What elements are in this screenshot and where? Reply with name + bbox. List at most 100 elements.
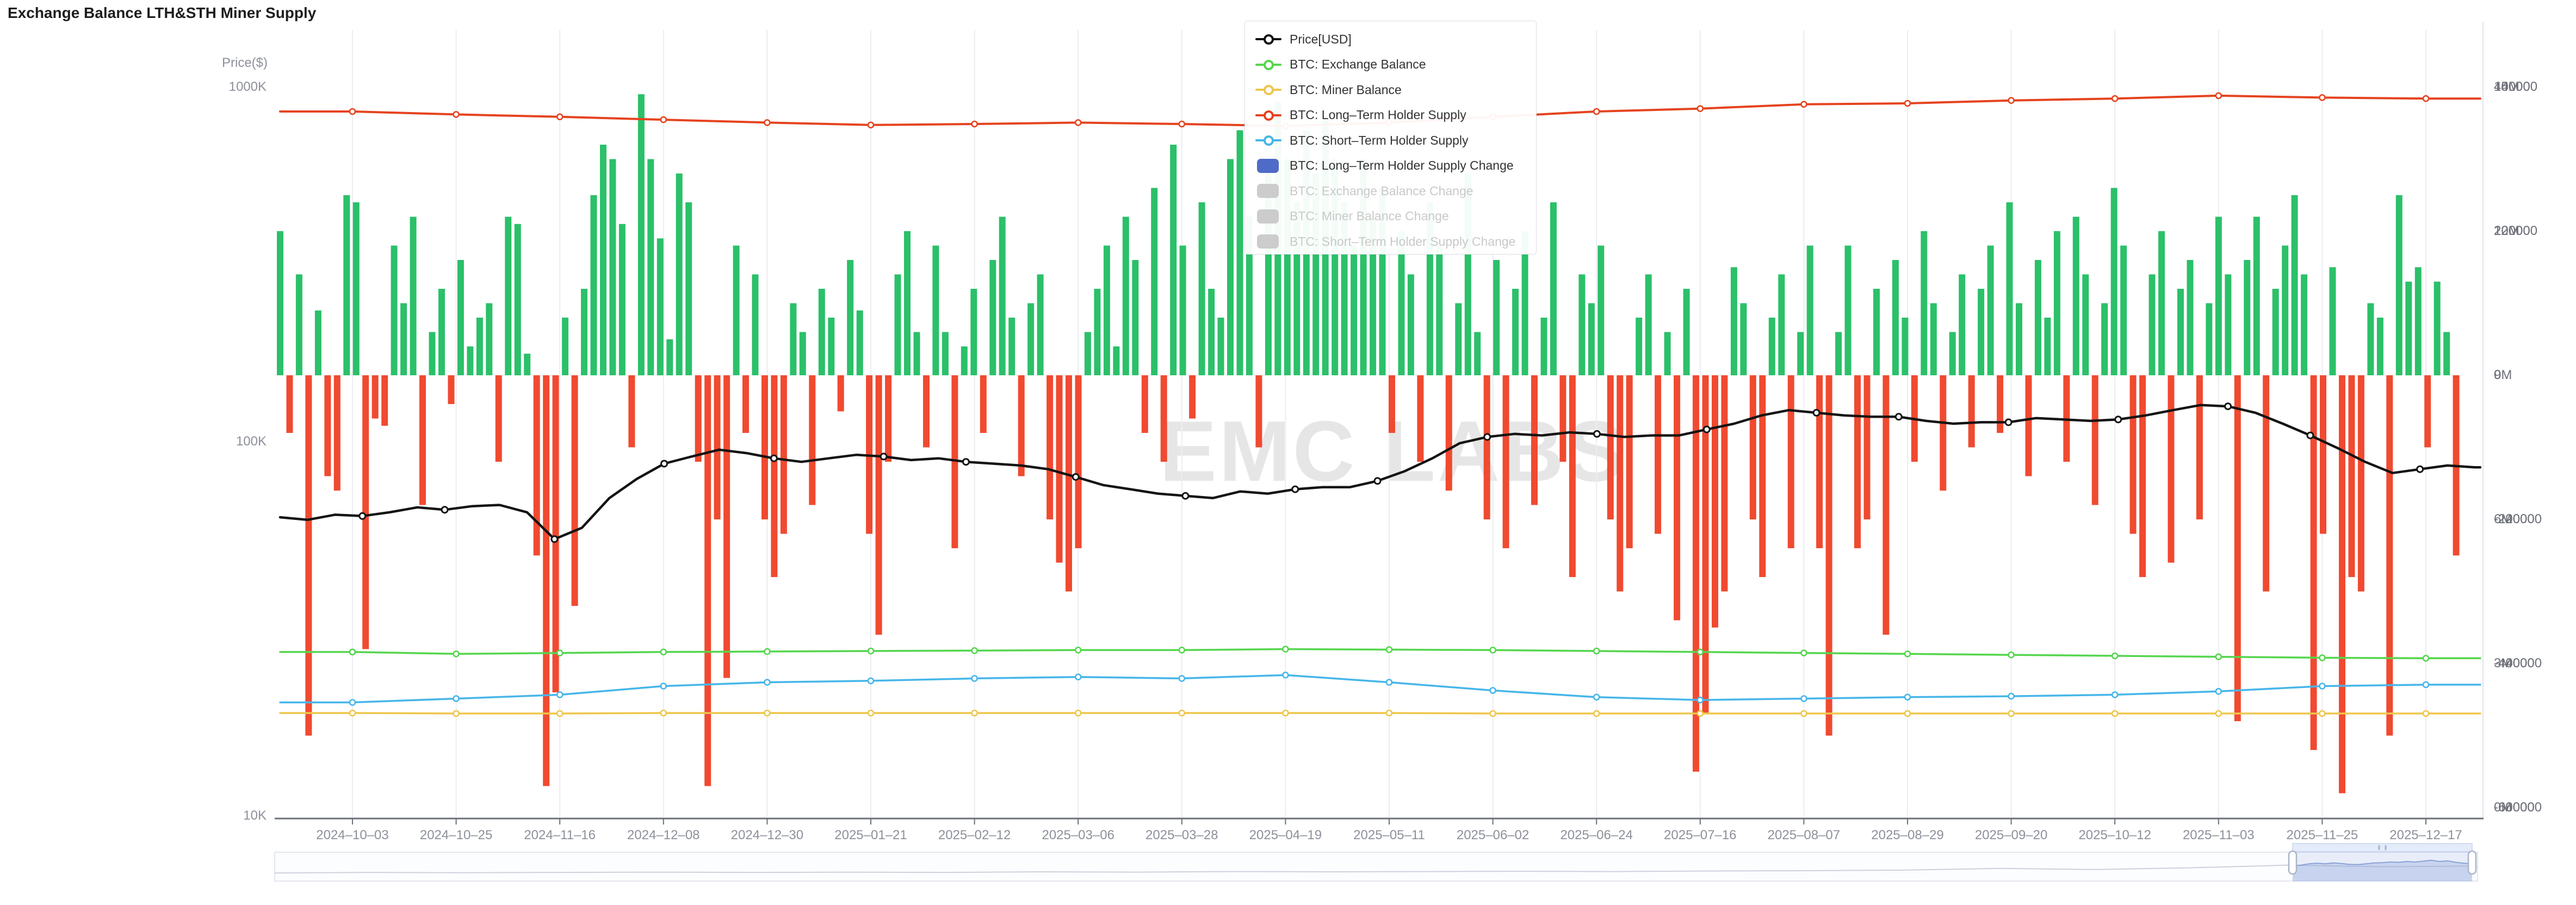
supply-change-bar <box>828 318 834 375</box>
supply-change-bar <box>486 303 492 376</box>
series-point-marker <box>1801 696 1806 702</box>
series-point-marker <box>1179 710 1185 716</box>
supply-change-bar <box>2168 375 2175 563</box>
supply-change-bar <box>324 375 331 476</box>
supply-change-bar <box>847 260 853 375</box>
datazoom-handle-right[interactable] <box>2468 851 2476 874</box>
supply-change-bar <box>857 311 863 375</box>
supply-change-bar <box>277 231 283 375</box>
series-point-marker <box>1283 710 1288 716</box>
series-point-marker <box>1594 711 1599 716</box>
supply-change-bar <box>2044 318 2051 375</box>
x-axis-date-label: 2025–07–16 <box>1664 828 1736 843</box>
supply-change-bar <box>628 375 635 448</box>
series-point-marker <box>868 678 874 684</box>
legend-item-btc-long-term-holder-supply[interactable]: BTC: Long–Term Holder Supply <box>1255 103 1536 128</box>
supply-change-bar <box>1180 246 1186 376</box>
series-point-marker <box>1698 697 1703 703</box>
legend-item-btc-exchange-balance-change[interactable]: BTC: Exchange Balance Change <box>1255 178 1536 204</box>
supply-change-bar <box>2358 375 2364 592</box>
y-axis-tick-label: 1000K <box>7 79 267 95</box>
legend-line-marker-icon <box>1255 108 1282 122</box>
page-title: Exchange Balance LTH&STH Miner Supply <box>8 4 316 22</box>
supply-change-bar <box>381 375 388 426</box>
supply-change-bar <box>305 375 312 736</box>
series-point-marker <box>1594 109 1599 114</box>
supply-change-bar <box>2367 303 2374 376</box>
legend-item-label: BTC: Short–Term Holder Supply <box>1290 133 1469 148</box>
price-point-marker <box>552 536 558 542</box>
series-point-marker <box>1801 102 1806 107</box>
series-point-marker <box>764 710 770 716</box>
supply-change-bar <box>1484 375 1490 519</box>
supply-change-bar <box>419 375 426 505</box>
series-point-marker <box>350 700 355 705</box>
series-point-marker <box>764 649 770 654</box>
supply-change-bar <box>2415 267 2422 375</box>
datazoom-handle-left[interactable] <box>2289 851 2296 874</box>
supply-change-bar <box>2443 332 2450 376</box>
x-axis-date-label: 2025–11–25 <box>2287 828 2358 843</box>
supply-change-bar <box>619 224 626 375</box>
supply-change-bar <box>1436 246 1442 376</box>
series-point-marker <box>972 675 977 681</box>
supply-change-bar <box>1151 188 1157 376</box>
supply-change-bar <box>2377 318 2383 375</box>
supply-change-bar <box>334 375 340 491</box>
supply-change-bar <box>2120 246 2127 376</box>
series-point-marker <box>1179 675 1185 681</box>
supply-change-bar <box>1826 375 1832 736</box>
series-point-marker <box>868 710 874 716</box>
supply-change-bar <box>1655 375 1661 534</box>
supply-change-bar <box>2349 375 2355 577</box>
datazoom-selection[interactable] <box>2293 852 2472 882</box>
supply-change-bar <box>2339 375 2345 794</box>
supply-change-bar <box>353 202 360 375</box>
series-point-marker <box>661 117 666 122</box>
supply-change-bar <box>1683 289 1690 375</box>
x-axis-date-label: 2025–01–21 <box>834 828 907 843</box>
series-point-marker <box>1905 695 1910 700</box>
series-point-marker <box>350 710 355 716</box>
legend-item-btc-exchange-balance[interactable]: BTC: Exchange Balance <box>1255 52 1536 78</box>
price-point-marker <box>2005 419 2011 425</box>
legend-item-label: BTC: Exchange Balance <box>1290 57 1426 72</box>
supply-change-bar <box>666 339 673 375</box>
price-point-marker <box>1813 410 1819 416</box>
supply-change-bar <box>2196 375 2203 519</box>
supply-change-bar <box>1597 246 1604 376</box>
supply-change-bar <box>2187 260 2194 375</box>
supply-change-bar <box>771 375 777 577</box>
supply-change-bar <box>1645 275 1652 376</box>
datazoom-move-grip[interactable] <box>2293 844 2472 852</box>
legend-item-btc-long-term-holder-supply-change[interactable]: BTC: Long–Term Holder Supply Change <box>1255 153 1536 179</box>
legend-item-price-usd[interactable]: Price[USD] <box>1255 27 1536 52</box>
series-point-marker <box>2423 711 2429 716</box>
legend-item-btc-short-term-holder-supply-change[interactable]: BTC: Short–Term Holder Supply Change <box>1255 229 1536 255</box>
supply-change-bar <box>1617 375 1623 592</box>
supply-change-bar <box>1161 375 1167 462</box>
legend-item-btc-short-term-holder-supply[interactable]: BTC: Short–Term Holder Supply <box>1255 128 1536 153</box>
supply-change-bar <box>2225 275 2231 376</box>
supply-change-bar <box>1959 275 1965 376</box>
legend-item-label: BTC: Short–Term Holder Supply Change <box>1290 234 1515 249</box>
series-line <box>280 713 2480 714</box>
legend-item-btc-miner-balance[interactable]: BTC: Miner Balance <box>1255 77 1536 103</box>
legend-item-btc-miner-balance-change[interactable]: BTC: Miner Balance Change <box>1255 204 1536 230</box>
x-axis-date-label: 2024–12–08 <box>627 828 699 843</box>
supply-change-bar <box>2244 260 2250 375</box>
supply-change-bar <box>2301 275 2307 376</box>
legend-bar-marker-icon <box>1255 209 1282 224</box>
x-axis-date-label: 2024–10–25 <box>420 828 492 843</box>
x-axis-date-label: 2024–10–03 <box>316 828 388 843</box>
price-point-marker <box>1073 474 1079 480</box>
supply-change-bar <box>1750 375 1756 519</box>
supply-change-bar <box>505 217 511 376</box>
series-point-marker <box>1801 650 1806 656</box>
supply-change-bar <box>685 202 692 375</box>
supply-change-bar <box>410 217 417 376</box>
supply-change-bar <box>904 231 911 375</box>
supply-change-bar <box>1835 332 1842 376</box>
datazoom-track[interactable] <box>275 852 2478 881</box>
series-point-marker <box>1386 647 1392 652</box>
